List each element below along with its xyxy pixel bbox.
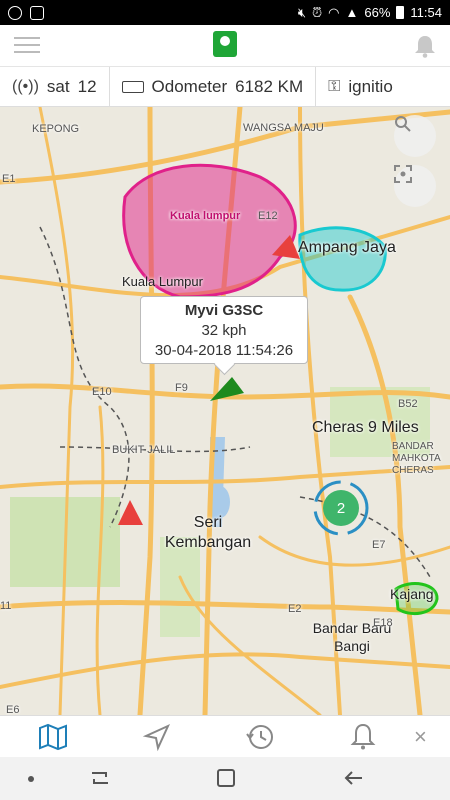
road-shield: E18 [373,617,393,629]
search-icon [395,116,411,132]
mute-icon: 🔇︎ [297,4,307,20]
map-label: BUKIT JALIL [112,444,176,456]
map-label: Kuala Lumpur [122,274,203,289]
fit-screen-button[interactable] [394,165,436,207]
fit-screen-icon [394,165,412,183]
close-button[interactable]: × [414,724,427,750]
navigation-icon[interactable] [142,722,172,752]
odometer-info: Odometer 6182 KM [110,67,317,106]
vehicle-info-bar: ((•)) sat 12 Odometer 6182 KM ⚿ ignitio [0,67,450,107]
satellite-info: ((•)) sat 12 [0,67,110,106]
map-label: WANGSA MAJU [243,122,324,134]
road-shield: E6 [6,704,20,715]
dot-indicator [28,776,34,782]
map-label: Ampang Jaya [298,239,396,256]
road-shield: B52 [398,398,418,410]
map-view[interactable]: KEPONG WANGSA MAJU Kuala lumpur Kuala Lu… [0,107,450,715]
map-label: Kuala lumpur [170,210,241,222]
signal-icon: ▲ [345,5,359,20]
road-shield: E2 [288,603,302,615]
bottom-tab-bar: × [0,715,450,757]
road-shield: E10 [92,386,112,398]
ignition-label: ignitio [348,76,393,96]
road-shield: F9 [175,382,188,394]
notifications-bell-icon[interactable] [414,34,436,58]
status-bar: 🔇︎ ⏰︎ ◠ ▲ 66% 11:54 [0,0,450,25]
wifi-icon: ◠ [328,4,340,20]
clock: 11:54 [410,5,442,20]
satellite-count: 12 [77,76,97,96]
app-logo [213,31,237,57]
map-icon[interactable] [38,722,68,752]
satellite-label: sat [46,76,70,96]
battery-percent: 66% [364,5,391,20]
history-icon[interactable] [245,722,275,752]
key-icon: ⚿ [328,77,341,95]
road-shield: 11 [0,600,12,612]
image-icon [30,5,44,20]
map-label: Kajang [390,586,434,602]
road-shield: E7 [372,539,386,551]
satellite-icon: ((•)) [12,77,39,95]
map-label: KEPONG [32,123,80,135]
menu-icon[interactable] [14,37,40,55]
home-icon[interactable] [214,767,238,789]
vehicle-speed: 32 kph [201,322,247,339]
zoom-search-button[interactable] [394,115,436,157]
road-shield: E12 [258,210,278,222]
road-shield: E1 [2,173,16,185]
system-navigation-bar [0,757,450,800]
vehicle-timestamp: 30-04-2018 11:54:26 [154,342,294,359]
geofence-ampang-jaya[interactable] [298,226,387,292]
alarm-icon: ⏰︎ [312,4,323,20]
vehicle-marker-idle[interactable] [118,500,143,525]
map-label: Seri Kembangan [164,514,252,551]
whatsapp-icon [8,5,22,20]
back-icon[interactable] [342,767,366,789]
vehicle-name: Myvi G3SC [184,302,264,319]
app-bar [0,25,450,67]
odometer-icon [121,80,144,93]
odometer-label: Odometer [151,76,228,96]
battery-icon [396,6,405,19]
map-label: Cheras 9 Miles [312,419,419,436]
notifications-icon[interactable] [348,722,378,752]
map-label: BANDAR MAHKOTA CHERAS [392,441,441,476]
vehicle-info-popup[interactable]: Myvi G3SC 32 kph 30-04-2018 11:54:26 [140,296,308,364]
vehicle-cluster[interactable]: 2 [323,490,359,526]
odometer-value: 6182 KM [235,76,304,96]
recent-apps-icon[interactable] [88,767,112,789]
ignition-info: ⚿ ignitio [316,67,405,106]
